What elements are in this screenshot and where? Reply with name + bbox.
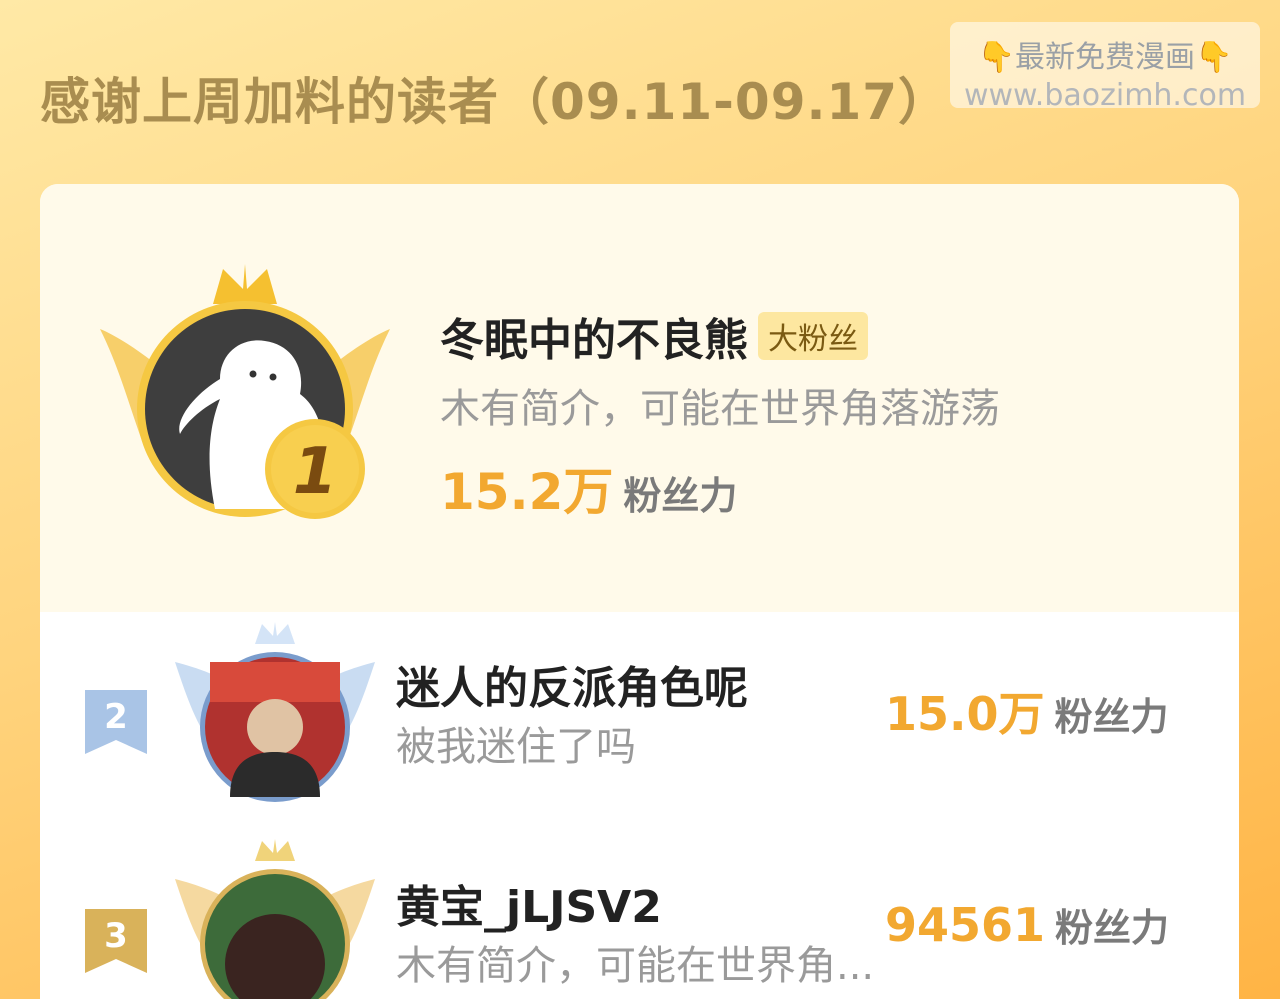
username[interactable]: 黄宝_jLJSV2 [396,871,662,935]
fan-power-label: 粉丝力 [1055,906,1170,950]
watermark-text: 最新免费漫画 [1015,40,1195,75]
crown-icon [213,264,277,304]
leaderboard-row[interactable]: 2 迷人的反派角色呢 被我迷住了吗 15.0万 粉丝力 [40,622,1239,802]
fan-power-value: 94561 [885,898,1046,952]
svg-text:3: 3 [104,916,128,956]
first-place-name-row: 冬眠中的不良熊 大粉丝 [440,304,868,368]
crown-icon [255,839,295,861]
user-avatar[interactable] [170,622,380,802]
bronze-rank-flag-icon: 3 [85,909,147,973]
fan-power-value: 15.2万 [440,463,614,521]
fan-power-label: 粉丝力 [1054,695,1169,739]
watermark-url: www.baozimh.com [963,78,1247,113]
svg-text:2: 2 [104,697,128,737]
watermark: 👇最新免费漫画👇 www.baozimh.com [950,22,1260,113]
user-avatar[interactable] [170,839,380,999]
fan-power: 94561 粉丝力 [885,897,1169,952]
fan-power: 15.0万 粉丝力 [885,678,1169,744]
first-place-username[interactable]: 冬眠中的不良熊 [440,304,748,368]
silver-rank-flag-icon: 2 [85,690,147,754]
medal-rank-number: 1 [293,435,338,509]
fan-power-value: 15.0万 [885,687,1045,741]
leaderboard-card: 1 冬眠中的不良熊 大粉丝 木有简介，可能在世界角落游荡 15.2万 粉丝力 2 … [40,184,1239,999]
fan-level-badge: 大粉丝 [758,312,868,360]
fan-power-label: 粉丝力 [623,474,738,518]
user-bio: 被我迷住了吗 [396,724,636,770]
username[interactable]: 迷人的反派角色呢 [396,652,748,716]
leaderboard-row[interactable]: 3 黄宝_jLJSV2 木有简介，可能在世界角... 94561 粉丝力 [40,839,1239,999]
first-place-score: 15.2万 粉丝力 [440,452,737,524]
hand-pointing-down-icon: 👇 [1195,40,1233,75]
user-bio: 木有简介，可能在世界角... [396,943,875,989]
crown-icon [255,622,295,644]
hand-pointing-down-icon: 👇 [977,40,1015,75]
first-place-avatar[interactable]: 1 [95,259,395,549]
page-title: 感谢上周加料的读者（09.11-09.17） [40,73,950,131]
first-place-bio: 木有简介，可能在世界角落游荡 [440,386,1000,432]
